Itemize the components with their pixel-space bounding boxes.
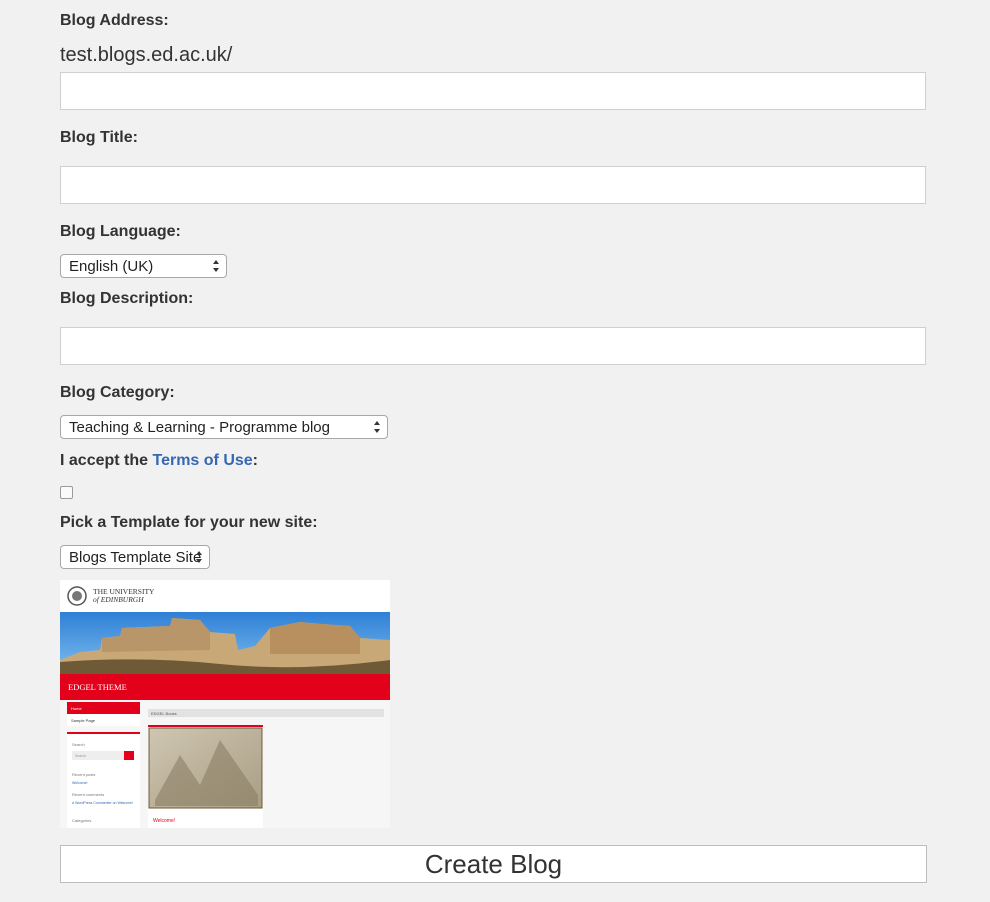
preview-search-input: Search (75, 754, 86, 758)
terms-checkbox[interactable] (60, 486, 73, 499)
preview-search-label: Search (72, 742, 85, 747)
preview-recent-comments: Recent comments (72, 792, 104, 797)
blog-address-label: Blog Address: (60, 12, 169, 29)
preview-recent-posts: Recent posts (72, 772, 95, 777)
blog-category-label: Blog Category: (60, 384, 175, 401)
blog-address-domain: test.blogs.ed.ac.uk/ (60, 44, 233, 66)
blog-title-label: Blog Title: (60, 129, 138, 146)
template-label: Pick a Template for your new site: (60, 514, 318, 531)
theme-name: EDGEL THEME (68, 682, 127, 692)
terms-of-use-link[interactable]: Terms of Use (152, 452, 252, 469)
university-name-line2: of EDINBURGH (93, 595, 144, 604)
blog-category-select[interactable]: Teaching & Learning - Programme blog (60, 415, 388, 439)
terms-suffix: : (252, 452, 258, 469)
create-blog-button[interactable]: Create Blog (60, 845, 927, 883)
blog-language-label: Blog Language: (60, 223, 181, 240)
template-select[interactable]: Blogs Template Site (60, 545, 210, 569)
template-preview-image: THE UNIVERSITY of EDINBURGH EDGEL THEME … (60, 580, 390, 828)
blog-language-value: English (UK) (69, 258, 154, 275)
terms-prefix: I accept the (60, 452, 153, 469)
preview-categories: Categories (72, 818, 91, 823)
preview-menu-home: Home (71, 706, 82, 711)
blog-language-select[interactable]: English (UK) (60, 254, 227, 278)
select-arrows-icon (213, 260, 219, 272)
template-preview-svg: THE UNIVERSITY of EDINBURGH EDGEL THEME … (60, 580, 390, 828)
preview-menu-sample: Sample Page (71, 718, 96, 723)
terms-label: I accept the Terms of Use: (60, 452, 258, 470)
template-value: Blogs Template Site (69, 549, 202, 566)
preview-recent-comment-item: A WordPress Commenter on Welcome! (72, 801, 133, 805)
preview-recent-post-item: Welcome! (72, 781, 88, 785)
preview-post-title: Welcome! (153, 818, 175, 824)
blog-description-label: Blog Description: (60, 290, 194, 307)
preview-search-icon (124, 751, 134, 760)
blog-description-input[interactable] (60, 327, 926, 365)
select-arrows-icon (196, 551, 202, 563)
blog-title-input[interactable] (60, 166, 926, 204)
blog-address-input[interactable] (60, 72, 926, 110)
select-arrows-icon (374, 421, 380, 433)
blog-category-value: Teaching & Learning - Programme blog (69, 419, 330, 436)
preview-breadcrumb: EDGEL Books (151, 711, 177, 716)
